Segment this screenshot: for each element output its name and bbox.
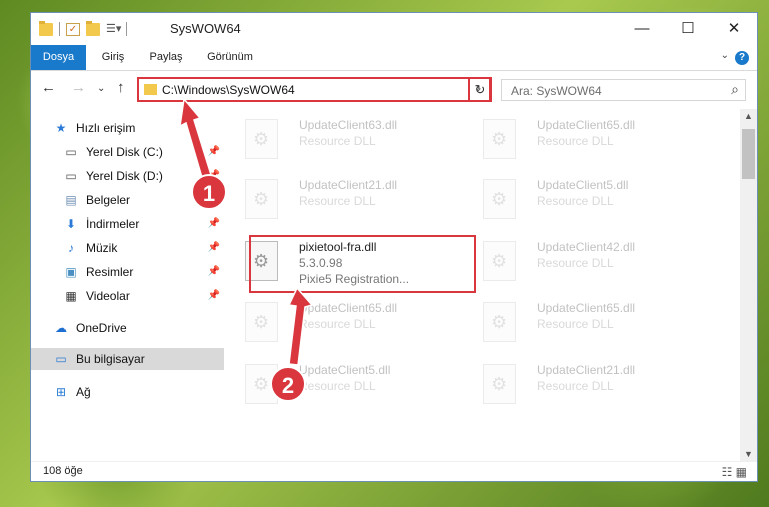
video-icon: ▦ [65,289,77,303]
file-tile[interactable]: UpdateClient5.dll Resource DLL [231,358,461,410]
pin-icon[interactable]: 📌 [208,218,220,229]
address-path[interactable]: C:\Windows\SysWOW64 [162,83,295,97]
ribbon-expand-icon[interactable]: ⌄ [721,50,729,61]
customize-toolbar-icon[interactable]: ☰▾ [106,23,121,36]
up-arrow-icon[interactable]: ↑ [117,79,125,96]
forward-arrow-icon[interactable]: → [71,79,86,96]
document-icon: ▤ [65,193,77,207]
search-icon[interactable]: ⌕ [731,81,739,98]
cloud-icon: ☁ [55,321,67,335]
file-tile[interactable]: UpdateClient21.dll Resource DLL [231,173,461,225]
sidebar-item-pictures[interactable]: ▣ Resimler 📌 [31,261,224,283]
back-arrow-icon[interactable]: ← [41,79,56,96]
title-bar: ✓ ☰▾ SysWOW64 — ☐ ✕ [31,13,757,45]
sidebar-item-music[interactable]: ♪ Müzik 📌 [31,237,224,259]
scroll-down-icon[interactable]: ▼ [744,449,753,459]
explorer-window: ✓ ☰▾ SysWOW64 — ☐ ✕ Dosya Giriş Paylaş G… [30,12,758,482]
file-tile[interactable]: UpdateClient42.dll Resource DLL [469,235,699,287]
view-toggle-icons[interactable]: ☷ ▦ [722,465,747,479]
folder-icon [39,20,53,36]
sidebar-item-network[interactable]: ⊞ Ağ [31,381,224,403]
file-tile[interactable]: UpdateClient65.dll Resource DLL [469,113,699,165]
help-button[interactable]: ? [735,51,749,65]
sidebar-item-local-disk-c[interactable]: ▭ Yerel Disk (C:) 📌 [31,141,224,163]
pictures-icon: ▣ [65,265,77,279]
scroll-up-icon[interactable]: ▲ [744,111,753,121]
quick-access-toolbar: ✓ ☰▾ [39,20,127,36]
sidebar-item-this-pc[interactable]: ▭ Bu bilgisayar [31,348,224,370]
scroll-thumb[interactable] [742,129,755,179]
recent-locations-icon[interactable]: ⌄ [97,83,105,94]
folder-icon [144,84,157,95]
item-count: 108 öğe [43,465,83,477]
properties-check-icon[interactable]: ✓ [66,22,80,36]
toolbar-separator [126,22,127,36]
network-icon: ⊞ [55,385,67,399]
file-tile[interactable]: UpdateClient65.dll Resource DLL [231,296,461,348]
computer-icon: ▭ [55,352,67,366]
navigation-pane: ★ Hızlı erişim ▭ Yerel Disk (C:) 📌 ▭ Yer… [31,113,224,443]
dll-file-icon [245,119,278,159]
dll-file-icon [483,179,516,219]
tab-file[interactable]: Dosya [31,45,86,70]
dll-file-icon [245,302,278,342]
sidebar-item-onedrive[interactable]: ☁ OneDrive [31,317,224,339]
step-marker-2: 2 [270,366,306,402]
file-tile[interactable]: UpdateClient21.dll Resource DLL [469,358,699,410]
pin-icon[interactable]: 📌 [208,290,220,301]
file-tile[interactable]: UpdateClient65.dll Resource DLL [469,296,699,348]
dll-file-icon [483,364,516,404]
window-title: SysWOW64 [170,21,241,36]
ribbon-tabs: Dosya Giriş Paylaş Görünüm ⌄ ? [31,45,757,71]
music-icon: ♪ [68,241,74,255]
pin-icon[interactable]: 📌 [208,242,220,253]
file-tile[interactable]: UpdateClient63.dll Resource DLL [231,113,461,165]
file-tile[interactable]: UpdateClient5.dll Resource DLL [469,173,699,225]
minimize-button[interactable]: — [619,13,665,45]
maximize-button[interactable]: ☐ [665,13,711,45]
tab-view[interactable]: Görünüm [201,45,259,70]
tab-share[interactable]: Paylaş [143,45,189,70]
file-highlight-box [249,235,476,293]
new-folder-icon[interactable] [86,20,100,36]
dll-file-icon [483,119,516,159]
tab-home[interactable]: Giriş [93,45,133,70]
pin-icon[interactable]: 📌 [208,146,220,157]
drive-icon: ▭ [65,145,77,159]
close-button[interactable]: ✕ [711,13,757,45]
sidebar-item-quick-access[interactable]: ★ Hızlı erişim [31,117,224,139]
drive-icon: ▭ [65,169,77,183]
status-bar: 108 öğe ☷ ▦ [31,461,757,484]
download-icon: ⬇ [65,217,77,231]
search-placeholder: Ara: SysWOW64 [511,84,602,98]
dll-file-icon [245,179,278,219]
pin-icon[interactable]: 📌 [208,266,220,277]
vertical-scrollbar[interactable]: ▲ ▼ [740,109,757,461]
search-input[interactable]: Ara: SysWOW64 ⌕ [501,79,746,101]
step-marker-1: 1 [191,174,227,210]
address-bar[interactable]: C:\Windows\SysWOW64 ⌄ [137,77,491,102]
dll-file-icon [483,241,516,281]
dll-file-icon [483,302,516,342]
refresh-button[interactable]: ↻ [468,77,492,102]
sidebar-item-downloads[interactable]: ⬇ İndirmeler 📌 [31,213,224,235]
toolbar-separator [59,22,60,36]
star-icon: ★ [55,121,67,135]
sidebar-item-videos[interactable]: ▦ Videolar 📌 [31,285,224,307]
navigation-bar: ← → ⌄ ↑ C:\Windows\SysWOW64 ⌄ ↻ Ara: Sys… [31,73,757,105]
